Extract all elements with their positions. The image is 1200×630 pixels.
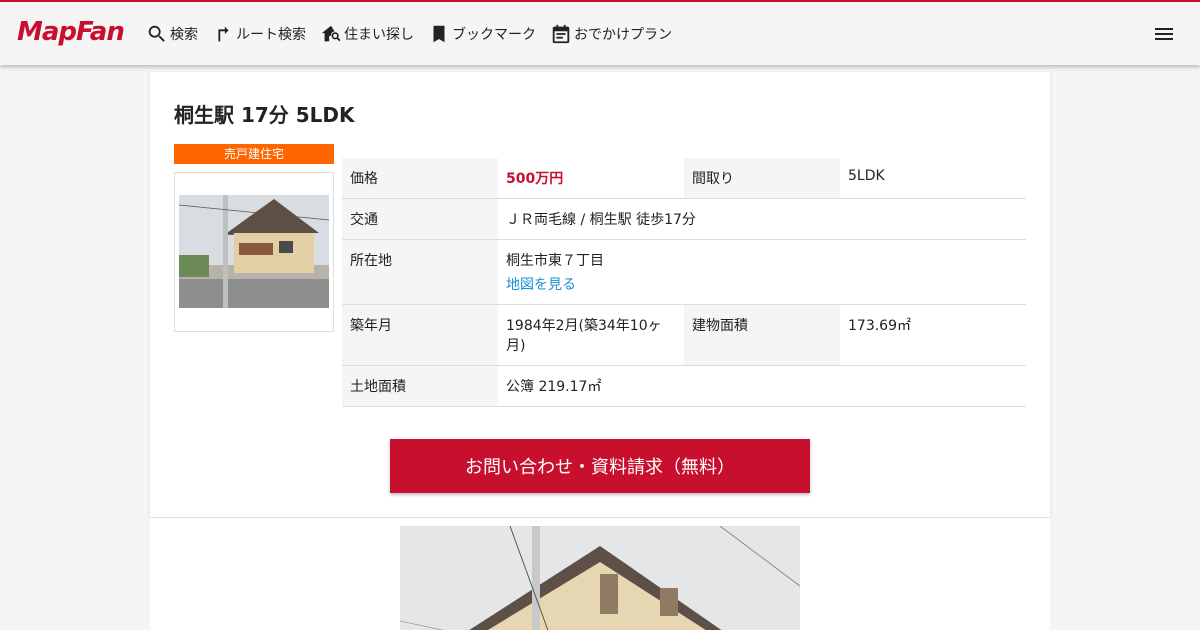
nav-bookmark-label: ブックマーク (452, 26, 536, 43)
mapfan-logo[interactable]: MapFan (17, 17, 125, 47)
photo-section (150, 518, 1050, 630)
logo-text: MapFan (17, 17, 125, 47)
price-value: 500万円 (498, 158, 684, 199)
listing-info-table: 価格 500万円 間取り 5LDK 交通 ＪＲ両毛線 / 桐生駅 徒歩17分 所… (342, 158, 1026, 407)
house-search-icon (321, 25, 341, 41)
main-nav: 検索 ルート検索 住まい探し ブックマーク おでかけプラン (146, 2, 686, 65)
transit-label: 交通 (342, 198, 498, 240)
nav-route[interactable]: ルート検索 (212, 23, 306, 45)
listing-thumbnail[interactable] (174, 172, 334, 332)
table-row: 所在地 桐生市東７丁目 地図を見る (342, 239, 1026, 305)
layout-label: 間取り (684, 158, 840, 199)
built-value: 1984年2月(築34年10ヶ月) (498, 304, 684, 366)
house-photo-image (400, 526, 800, 630)
built-label: 築年月 (342, 304, 498, 366)
event-note-icon (552, 24, 570, 43)
layout-value: 5LDK (840, 158, 1026, 199)
nav-plan-label: おでかけプラン (574, 26, 672, 43)
address-label: 所在地 (342, 239, 498, 305)
nav-search-label: 検索 (170, 26, 198, 43)
listing-card: 桐生駅 17分 5LDK 売戸建住宅 価格 500万円 間取り 5LDK 交通 … (150, 72, 1050, 518)
floor-area-label: 建物面積 (684, 304, 840, 366)
address-value: 桐生市東７丁目 (506, 253, 604, 269)
table-row: 築年月 1984年2月(築34年10ヶ月) 建物面積 173.69㎡ (342, 304, 1026, 366)
nav-route-label: ルート検索 (236, 26, 306, 43)
house-thumbnail-image (179, 195, 329, 308)
top-bar: MapFan 検索 ルート検索 住まい探し ブックマーク おでかけプラン (0, 0, 1200, 65)
land-area-value: 公簿 219.17㎡ (498, 365, 1026, 407)
nav-housing[interactable]: 住まい探し (320, 23, 414, 45)
transit-value: ＪＲ両毛線 / 桐生駅 徒歩17分 (498, 198, 1026, 240)
inquiry-button[interactable]: お問い合わせ・資料請求（無料） (390, 439, 810, 493)
table-row: 交通 ＪＲ両毛線 / 桐生駅 徒歩17分 (342, 198, 1026, 240)
table-row: 価格 500万円 間取り 5LDK (342, 158, 1026, 199)
nav-housing-label: 住まい探し (344, 26, 414, 43)
listing-title: 桐生駅 17分 5LDK (174, 103, 355, 127)
view-map-link[interactable]: 地図を見る (506, 274, 1018, 294)
address-cell: 桐生市東７丁目 地図を見る (498, 239, 1026, 305)
bookmark-icon (433, 25, 445, 42)
table-row: 土地面積 公簿 219.17㎡ (342, 365, 1026, 407)
land-area-label: 土地面積 (342, 365, 498, 407)
property-type-badge: 売戸建住宅 (174, 144, 334, 164)
house-main-photo[interactable] (400, 526, 800, 630)
floor-area-value: 173.69㎡ (840, 304, 1026, 366)
price-label: 価格 (342, 158, 498, 199)
hamburger-menu-icon[interactable] (1152, 22, 1176, 46)
search-icon (148, 25, 165, 42)
nav-plan[interactable]: おでかけプラン (550, 23, 672, 45)
route-icon (218, 26, 229, 41)
nav-search[interactable]: 検索 (146, 23, 198, 45)
nav-bookmark[interactable]: ブックマーク (428, 23, 536, 45)
